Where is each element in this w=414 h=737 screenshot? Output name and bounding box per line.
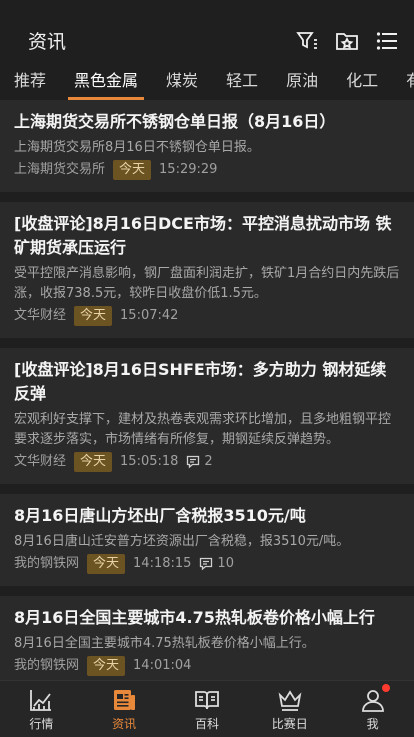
- news-meta: 我的钢铁网 今天 14:18:15 10: [14, 554, 400, 574]
- crown-icon: [277, 687, 303, 713]
- notification-dot: [381, 683, 390, 692]
- news-item[interactable]: [收盘评论]8月16日SHFE市场：多方助力 钢材延续反弹 宏观利好支撑下，建材…: [0, 348, 414, 494]
- favorites-folder-icon[interactable]: [334, 28, 360, 54]
- bottom-navigation: 行情 资讯 百科 比赛日 我: [0, 680, 414, 737]
- news-item[interactable]: 8月16日唐山方坯出厂含税报3510元/吨 8月16日唐山迁安普方坯资源出厂含税…: [0, 494, 414, 596]
- date-badge: 今天: [87, 554, 126, 574]
- news-meta: 上海期货交易所 今天 15:29:29: [14, 160, 400, 180]
- tab-chemicals[interactable]: 化工: [332, 64, 392, 100]
- news-summary: 受平控限产消息影响，钢厂盘面利润走扩，铁矿1月合约日内先跌后涨，收报738.5元…: [14, 266, 400, 301]
- nav-match-day[interactable]: 比赛日: [250, 687, 330, 732]
- comment-count-value: 10: [217, 556, 234, 571]
- nav-encyclopedia[interactable]: 百科: [167, 687, 247, 732]
- nav-news[interactable]: 资讯: [84, 687, 164, 732]
- news-title: 8月16日全国主要城市4.75热轧板卷价格小幅上行: [14, 608, 375, 627]
- tab-recommend[interactable]: 推荐: [0, 64, 60, 100]
- header-actions: [294, 28, 400, 54]
- news-meta: 文华财经 今天 15:07:42: [14, 306, 400, 326]
- date-badge: 今天: [113, 160, 152, 180]
- news-summary: 8月16日唐山迁安普方坯资源出厂含税稳，报3510元/吨。: [14, 534, 350, 549]
- news-meta: 我的钢铁网 今天 14:01:04: [14, 656, 400, 676]
- news-list: 上海期货交易所不锈钢仓单日报（8月16日） 上海期货交易所8月16日不锈钢仓单日…: [0, 100, 414, 680]
- category-tabs: 推荐 黑色金属 煤炭 轻工 原油 化工 有色: [0, 64, 414, 100]
- date-badge: 今天: [74, 452, 113, 472]
- news-summary: 宏观利好支撑下，建材及热卷表观需求环比增加，且多地粗钢平控要求逐步落实，市场情绪…: [14, 412, 392, 447]
- comment-count[interactable]: 2: [186, 452, 213, 472]
- news-item[interactable]: [收盘评论]8月16日DCE市场：平控消息扰动市场 铁矿期货承压运行 受平控限产…: [0, 202, 414, 348]
- comment-count-value: 2: [204, 454, 213, 469]
- menu-list-icon[interactable]: [374, 28, 400, 54]
- news-time: 15:07:42: [120, 308, 179, 323]
- comment-icon: [200, 557, 213, 571]
- nav-label: 比赛日: [271, 716, 308, 731]
- news-item[interactable]: 8月16日全国主要城市4.75热轧板卷价格小幅上行 8月16日全国主要城市4.7…: [0, 596, 414, 680]
- news-item[interactable]: 上海期货交易所不锈钢仓单日报（8月16日） 上海期货交易所8月16日不锈钢仓单日…: [0, 100, 414, 202]
- comment-count[interactable]: 10: [199, 554, 234, 574]
- filter-icon[interactable]: [294, 28, 320, 54]
- news-icon: [111, 687, 137, 713]
- news-title: [收盘评论]8月16日DCE市场：平控消息扰动市场 铁矿期货承压运行: [14, 214, 392, 257]
- tab-nonferrous[interactable]: 有色: [392, 64, 414, 100]
- nav-label: 百科: [194, 716, 219, 731]
- date-badge: 今天: [74, 306, 113, 326]
- date-badge: 今天: [87, 656, 126, 676]
- app-header: 资讯: [0, 0, 414, 64]
- news-time: 15:05:18: [120, 454, 179, 469]
- tab-crude-oil[interactable]: 原油: [272, 64, 332, 100]
- chart-icon: [28, 687, 54, 713]
- news-source: 我的钢铁网: [14, 658, 80, 673]
- nav-market[interactable]: 行情: [1, 687, 81, 732]
- news-summary: 上海期货交易所8月16日不锈钢仓单日报。: [14, 140, 260, 155]
- news-source: 上海期货交易所: [14, 162, 106, 177]
- news-time: 15:29:29: [159, 162, 218, 177]
- comment-icon: [187, 455, 200, 469]
- tab-coal[interactable]: 煤炭: [152, 64, 212, 100]
- news-title: [收盘评论]8月16日SHFE市场：多方助力 钢材延续反弹: [14, 360, 387, 403]
- nav-label: 资讯: [112, 716, 137, 731]
- tab-light-industry[interactable]: 轻工: [212, 64, 272, 100]
- news-title: 上海期货交易所不锈钢仓单日报（8月16日）: [14, 112, 336, 131]
- nav-label: 行情: [29, 716, 54, 731]
- news-time: 14:01:04: [133, 658, 192, 673]
- person-icon: [360, 683, 390, 713]
- page-title: 资讯: [28, 31, 67, 53]
- book-icon: [194, 687, 220, 713]
- news-source: 我的钢铁网: [14, 556, 80, 571]
- news-source: 文华财经: [14, 308, 67, 323]
- news-time: 14:18:15: [133, 556, 192, 571]
- tab-ferrous-metals[interactable]: 黑色金属: [60, 64, 152, 100]
- news-title: 8月16日唐山方坯出厂含税报3510元/吨: [14, 506, 306, 525]
- news-source: 文华财经: [14, 454, 67, 469]
- news-meta: 文华财经 今天 15:05:18 2: [14, 452, 400, 472]
- news-summary: 8月16日全国主要城市4.75热轧板卷价格小幅上行。: [14, 636, 315, 651]
- nav-label: 我: [366, 716, 379, 731]
- nav-me[interactable]: 我: [333, 683, 413, 732]
